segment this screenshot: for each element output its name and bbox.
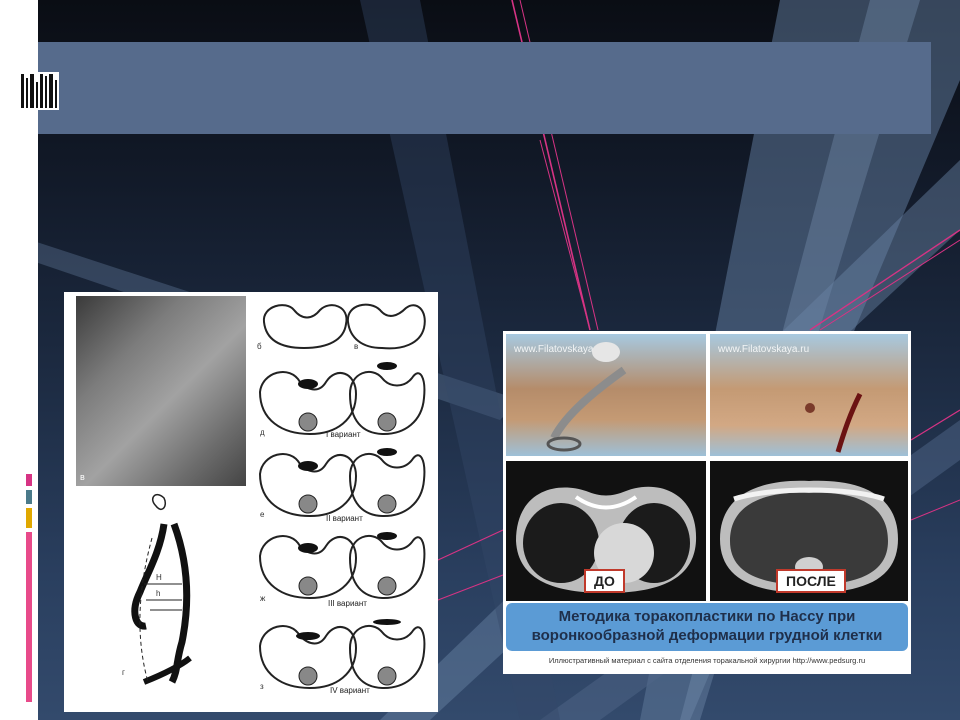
variant-label-4: IV вариант: [330, 686, 370, 695]
cross-section-diagrams: [131, 303, 426, 690]
ct-scan-before: ДО: [506, 461, 706, 601]
diagram-label-b: б: [257, 342, 262, 351]
title-bar: [38, 42, 931, 134]
metal-bar-graphic: [546, 342, 627, 452]
diagram-label-z: з: [260, 682, 264, 691]
diagram-label-zh: ж: [260, 594, 266, 603]
diagram-label-g: г: [122, 668, 125, 677]
diagram-label-d: д: [260, 428, 265, 437]
caption-line-1: Методика торакопластики по Нассу при: [558, 608, 856, 625]
surgery-photo-bar-insertion: www.Filatovskaya.ru: [506, 334, 706, 456]
diagram-label-e: е: [260, 510, 265, 519]
figure-caption: Методика торакопластики по Нассу при вор…: [506, 603, 908, 651]
barcode-decoration: [17, 72, 59, 110]
variant-label-3: III вариант: [328, 599, 367, 608]
incision-graphic: [805, 392, 863, 453]
accent-marker-teal: [26, 490, 32, 504]
ct-scan-after: ПОСЛЕ: [710, 461, 908, 601]
figure-nuss-procedure: www.Filatovskaya.ru www.Filatovskaya.ru: [503, 331, 911, 674]
accent-marker-gold: [26, 508, 32, 528]
figure-credit: Иллюстративный материал с сайта отделени…: [548, 656, 866, 665]
figure-pectus-diagrams: в б в д е ж з г H h I вариант II вариант…: [64, 292, 438, 712]
slide-background: в б в д е ж з г H h I вариант II вариант…: [0, 0, 960, 720]
diagram-label-H: H: [156, 573, 162, 582]
diagram-label-v: в: [354, 342, 359, 351]
variant-label-1: I вариант: [326, 430, 361, 439]
surgery-photo-after: www.Filatovskaya.ru: [710, 334, 908, 456]
after-label: ПОСЛЕ: [776, 569, 846, 593]
caption-line-2: воронкообразной деформации грудной клетк…: [531, 627, 883, 644]
accent-marker-pink: [26, 532, 32, 702]
before-label: ДО: [584, 569, 625, 593]
accent-marker-magenta: [26, 474, 32, 486]
side-accent-markers: [26, 474, 34, 706]
variant-label-2: II вариант: [326, 514, 363, 523]
diagram-label-h: h: [156, 589, 161, 598]
